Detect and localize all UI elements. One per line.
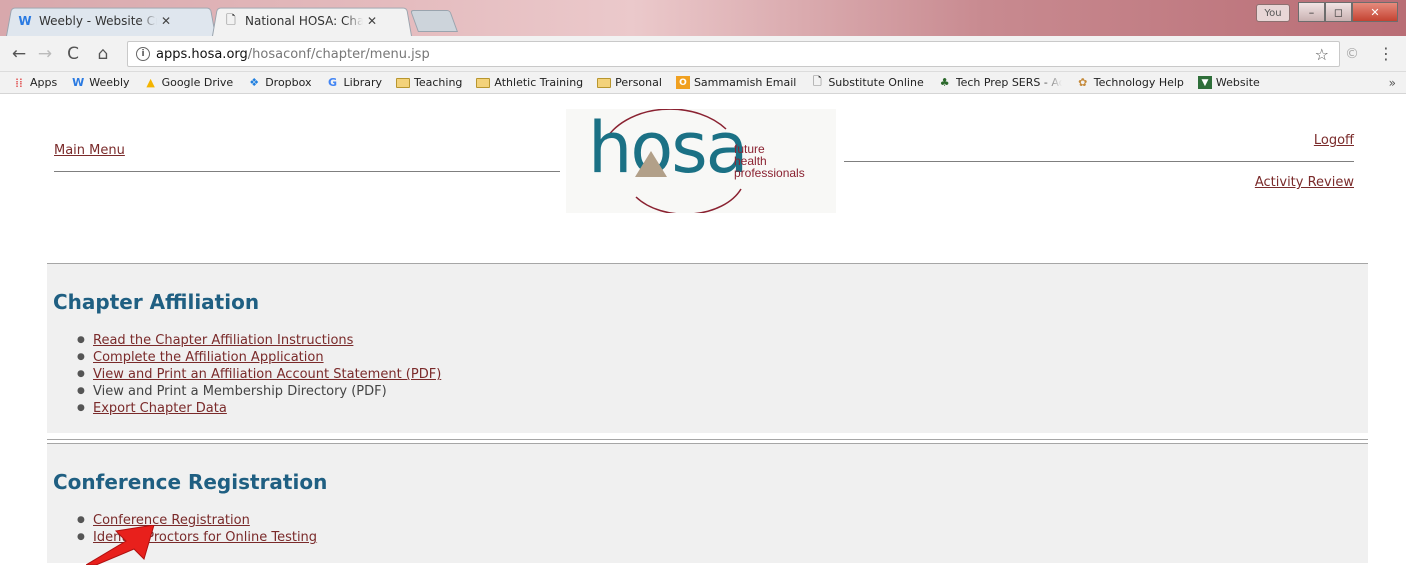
main-menu-link[interactable]: Main Menu (54, 143, 125, 158)
bookmark-website[interactable]: ▼ Website (1197, 76, 1260, 89)
bookmark-label: Tech Prep SERS - Adm (955, 76, 1062, 89)
extension-icon[interactable]: © (1345, 46, 1359, 62)
complete-application-link[interactable]: Complete the Affiliation Application (93, 349, 324, 366)
user-profile-button[interactable]: You (1256, 4, 1290, 22)
more-bookmarks-button[interactable]: » (1389, 76, 1396, 90)
read-instructions-link[interactable]: Read the Chapter Affiliation Instruction… (93, 332, 353, 349)
tab-weebly[interactable]: W Weebly - Website Creati ✕ (6, 6, 216, 37)
google-icon: G (328, 76, 338, 89)
page-icon: 🗋 (812, 75, 822, 88)
bookmark-label: Apps (30, 76, 58, 89)
plant-icon: ♣ (939, 76, 950, 89)
bookmark-label: Substitute Online (828, 76, 924, 89)
maximize-button[interactable]: ◻ (1325, 2, 1352, 22)
logo-triangle-icon (635, 151, 667, 177)
divider (47, 439, 1368, 440)
section-heading: Chapter Affiliation (53, 290, 260, 314)
minimize-button[interactable]: – (1298, 2, 1325, 22)
dropbox-icon: ❖ (249, 76, 260, 89)
list-item: ● View and Print an Affiliation Account S… (77, 366, 442, 383)
folder-icon (597, 76, 612, 89)
logoff-link[interactable]: Logoff (1314, 133, 1354, 148)
bookmark-google-drive[interactable]: ▲ Google Drive (144, 76, 234, 89)
weebly-icon: W (72, 76, 85, 89)
window-controls: You – ◻ ✕ (1256, 2, 1398, 22)
forward-arrow-icon[interactable]: → (34, 44, 56, 64)
close-icon[interactable]: ✕ (161, 14, 171, 28)
bookmark-library[interactable]: G Library (326, 76, 382, 89)
page-content: Main Menu hosa future health professiona… (0, 95, 1406, 565)
google-drive-icon: ▲ (146, 76, 155, 89)
page-icon: 🗋 (226, 12, 236, 27)
tab-label: Weebly - Website Creati (39, 14, 157, 28)
palette-icon: ✿ (1078, 76, 1088, 89)
url-path: /hosaconf/chapter/menu.jsp (247, 46, 430, 62)
apps-grid-icon: ⁞⁞ (15, 75, 23, 90)
bookmark-sammamish-email[interactable]: O Sammamish Email (675, 76, 797, 89)
bookmark-label: Sammamish Email (693, 76, 797, 89)
bookmark-label: Athletic Training (494, 76, 584, 89)
bookmark-label: Weebly (89, 76, 130, 89)
logo-wordmark: hosa (588, 107, 749, 189)
outlook-icon: O (675, 76, 690, 89)
list-item: ● Complete the Affiliation Application (77, 349, 324, 366)
new-tab-button[interactable] (409, 10, 459, 32)
account-statement-link[interactable]: View and Print an Affiliation Account St… (93, 366, 441, 383)
list-item: ● Export Chapter Data (77, 400, 227, 417)
membership-directory-text: View and Print a Membership Directory (P… (93, 384, 387, 399)
conference-registration-section: Conference Registration ● Conference Regi… (47, 443, 1368, 563)
close-window-button[interactable]: ✕ (1352, 2, 1398, 22)
bookmark-weebly[interactable]: W Weebly (71, 76, 129, 89)
red-arrow-icon (86, 525, 155, 565)
list-item: ● Read the Chapter Affiliation Instructio… (77, 332, 354, 349)
bookmark-star-icon[interactable]: ☆ (1315, 45, 1329, 64)
back-arrow-icon[interactable]: ← (8, 44, 30, 64)
activity-review-link[interactable]: Activity Review (1255, 175, 1354, 190)
bookmark-technology-help[interactable]: ✿ Technology Help (1076, 76, 1184, 89)
chapter-affiliation-list: ● Read the Chapter Affiliation Instructio… (77, 332, 441, 417)
chapter-affiliation-section: Chapter Affiliation ● Read the Chapter Af… (47, 263, 1368, 433)
hosa-logo: hosa future health professionals (566, 109, 836, 213)
bookmark-athletic-training[interactable]: Athletic Training (476, 76, 583, 89)
url-host: apps.hosa.org (156, 46, 248, 62)
logo-tagline-line: professionals (734, 166, 805, 180)
tab-hosa[interactable]: 🗋 National HOSA: Chapter ✕ (212, 6, 412, 37)
divider (844, 161, 1354, 162)
bookmarks-bar: ⁞⁞ Apps W Weebly ▲ Google Drive ❖ Dropbo… (0, 72, 1406, 94)
bookmark-label: Website (1215, 76, 1260, 89)
browser-titlebar: W Weebly - Website Creati ✕ 🗋 National H… (0, 0, 1406, 37)
home-icon[interactable]: ⌂ (92, 44, 114, 64)
bookmark-apps[interactable]: ⁞⁞ Apps (12, 75, 58, 90)
list-item: ● View and Print a Membership Directory (… (77, 384, 387, 399)
bookmark-label: Dropbox (265, 76, 312, 89)
bookmark-label: Technology Help (1093, 76, 1184, 89)
bookmark-label: Teaching (414, 76, 463, 89)
browser-menu-icon[interactable]: ⋮ (1378, 44, 1394, 63)
bookmark-personal[interactable]: Personal (597, 76, 662, 89)
tab-label: National HOSA: Chapter (245, 14, 363, 28)
weebly-icon: W (18, 14, 32, 28)
bookmark-dropbox[interactable]: ❖ Dropbox (247, 76, 311, 89)
bookmark-label: Library (343, 76, 383, 89)
logo-tagline: future health professionals (734, 143, 805, 179)
bookmark-tech-prep-sers[interactable]: ♣ Tech Prep SERS - Adm (938, 76, 1062, 89)
browser-toolbar: ← → C ⌂ i apps.hosa.org/hosaconf/chapter… (0, 36, 1406, 72)
section-heading: Conference Registration (53, 470, 328, 494)
reload-icon[interactable]: C (62, 44, 84, 64)
close-icon[interactable]: ✕ (367, 14, 377, 28)
divider (54, 171, 560, 172)
bookmark-substitute-online[interactable]: 🗋 Substitute Online (810, 75, 924, 89)
website-icon: ▼ (1197, 76, 1212, 89)
bookmark-teaching[interactable]: Teaching (396, 76, 462, 89)
bookmark-label: Google Drive (161, 76, 234, 89)
info-icon[interactable]: i (136, 47, 150, 61)
folder-icon (396, 76, 411, 89)
address-bar[interactable]: i apps.hosa.org/hosaconf/chapter/menu.js… (127, 41, 1340, 67)
folder-icon (476, 76, 491, 89)
export-chapter-data-link[interactable]: Export Chapter Data (93, 400, 227, 417)
bookmark-label: Personal (615, 76, 662, 89)
